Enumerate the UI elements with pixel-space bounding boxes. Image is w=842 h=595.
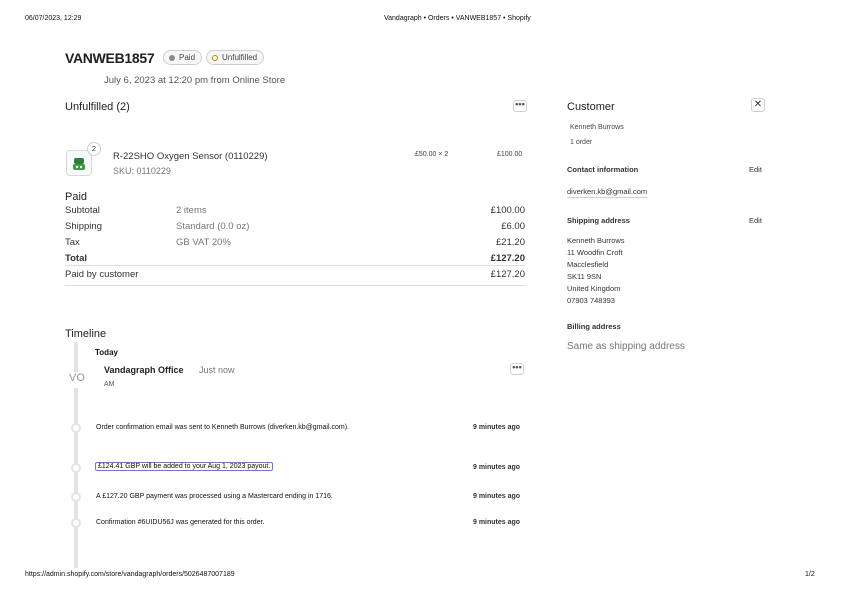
product-name-link[interactable]: R-22SHO Oxygen Sensor (0110229)	[113, 151, 268, 162]
oxygen-sensor-image-icon	[73, 158, 85, 170]
badge-label: Unfulfilled	[222, 53, 258, 62]
timeline-today-label: Today	[95, 348, 118, 357]
badge-label: Paid	[179, 53, 196, 62]
edit-shipping-button[interactable]: Edit	[749, 216, 762, 225]
paid-dot-icon	[169, 54, 175, 61]
product-sku: SKU: 0110229	[113, 166, 171, 176]
status-badge-paid: Paid	[163, 50, 203, 65]
payment-detail: GB VAT 20%	[176, 237, 231, 248]
timeline-heading: Timeline	[65, 328, 107, 340]
customer-name-link[interactable]: Kenneth Burrows	[570, 124, 624, 131]
payment-label: Shipping	[65, 221, 102, 232]
payment-amount: £127.20	[490, 269, 525, 280]
timeline-dot	[71, 423, 81, 433]
address-line: SK11 9SN	[567, 272, 602, 281]
customer-email-link[interactable]: diverken.kb@gmail.com	[567, 187, 648, 198]
payment-amount: £100.00	[490, 205, 525, 216]
line-total: £100.00	[497, 151, 523, 158]
edit-contact-button[interactable]: Edit	[749, 165, 762, 174]
payment-amount: £21.20	[495, 237, 525, 248]
billing-address-text: Same as shipping address	[567, 341, 685, 352]
comment-author: Vandagraph Office	[104, 365, 184, 375]
ellipsis-icon: •••	[515, 99, 525, 109]
address-line: 07903 748393	[567, 296, 615, 305]
payment-heading: Paid	[65, 191, 88, 203]
shipping-address-block: Kenneth Burrows 11 Woodfin Croft Maccles…	[567, 235, 625, 307]
unfulfilled-dot-icon	[212, 54, 218, 61]
payment-amount: £6.00	[501, 221, 525, 232]
divider	[65, 265, 525, 266]
payment-amount: £127.20	[490, 253, 525, 264]
comment-when: Just now	[199, 365, 235, 375]
status-badge-unfulfilled: Unfulfilled	[206, 50, 265, 65]
timeline-event-time: 9 minutes ago	[473, 493, 521, 500]
address-line: Kenneth Burrows	[567, 236, 625, 245]
timeline-event-time: 9 minutes ago	[473, 424, 521, 431]
page-title: VANWEB1857	[65, 50, 155, 66]
payout-link[interactable]: £124.41 GBP will be added to your Aug 1,…	[95, 462, 274, 471]
address-line: United Kingdom	[567, 284, 621, 293]
timeline-event-time: 9 minutes ago	[473, 464, 521, 471]
timeline-dot	[71, 518, 81, 528]
remove-customer-button[interactable]: ✕	[751, 98, 765, 112]
print-page-title: Vandagraph • Orders • VANWEB1857 • Shopi…	[384, 15, 531, 22]
print-datetime: 06/07/2023, 12:29	[25, 15, 82, 22]
timeline-event-text: A £127.20 GBP payment was processed usin…	[96, 493, 333, 500]
quantity-badge: 2	[87, 142, 101, 156]
ellipsis-icon: •••	[512, 362, 522, 372]
close-icon: ✕	[753, 99, 763, 110]
payment-label: Total	[65, 253, 87, 264]
unit-price-quantity: £50.00 × 2	[415, 151, 449, 158]
unfulfilled-more-button[interactable]: •••	[513, 100, 527, 112]
avatar: VO	[66, 372, 88, 388]
print-page-number: 1/2	[805, 571, 815, 578]
timeline-dot	[71, 492, 81, 502]
timeline-event-time: 9 minutes ago	[473, 519, 521, 526]
timeline-event-text: Confirmation #6UIDU56J was generated for…	[96, 519, 265, 526]
address-line: 11 Woodfin Croft	[567, 248, 623, 257]
order-meta: July 6, 2023 at 12:20 pm from Online Sto…	[104, 75, 286, 86]
address-line: Macclesfield	[567, 260, 609, 269]
customer-orders-link[interactable]: 1 order	[570, 139, 592, 146]
billing-address-heading: Billing address	[567, 322, 621, 331]
divider	[65, 285, 525, 286]
shipping-address-heading: Shipping address	[567, 216, 630, 225]
payment-label: Paid by customer	[65, 269, 139, 280]
payment-label: Subtotal	[65, 205, 100, 216]
contact-info-heading: Contact information	[567, 165, 639, 174]
timeline-dot	[71, 463, 81, 473]
comment-more-button[interactable]: •••	[510, 363, 524, 375]
comment-sub: AM	[104, 381, 115, 388]
customer-heading: Customer	[567, 101, 615, 113]
payment-label: Tax	[65, 237, 80, 248]
payment-detail: Standard (0.0 oz)	[176, 221, 250, 232]
print-url: https://admin.shopify.com/store/vandagra…	[25, 571, 235, 578]
payment-detail: 2 items	[176, 205, 207, 216]
unfulfilled-heading: Unfulfilled (2)	[65, 101, 130, 113]
timeline-event-text: Order confirmation email was sent to Ken…	[96, 424, 349, 431]
